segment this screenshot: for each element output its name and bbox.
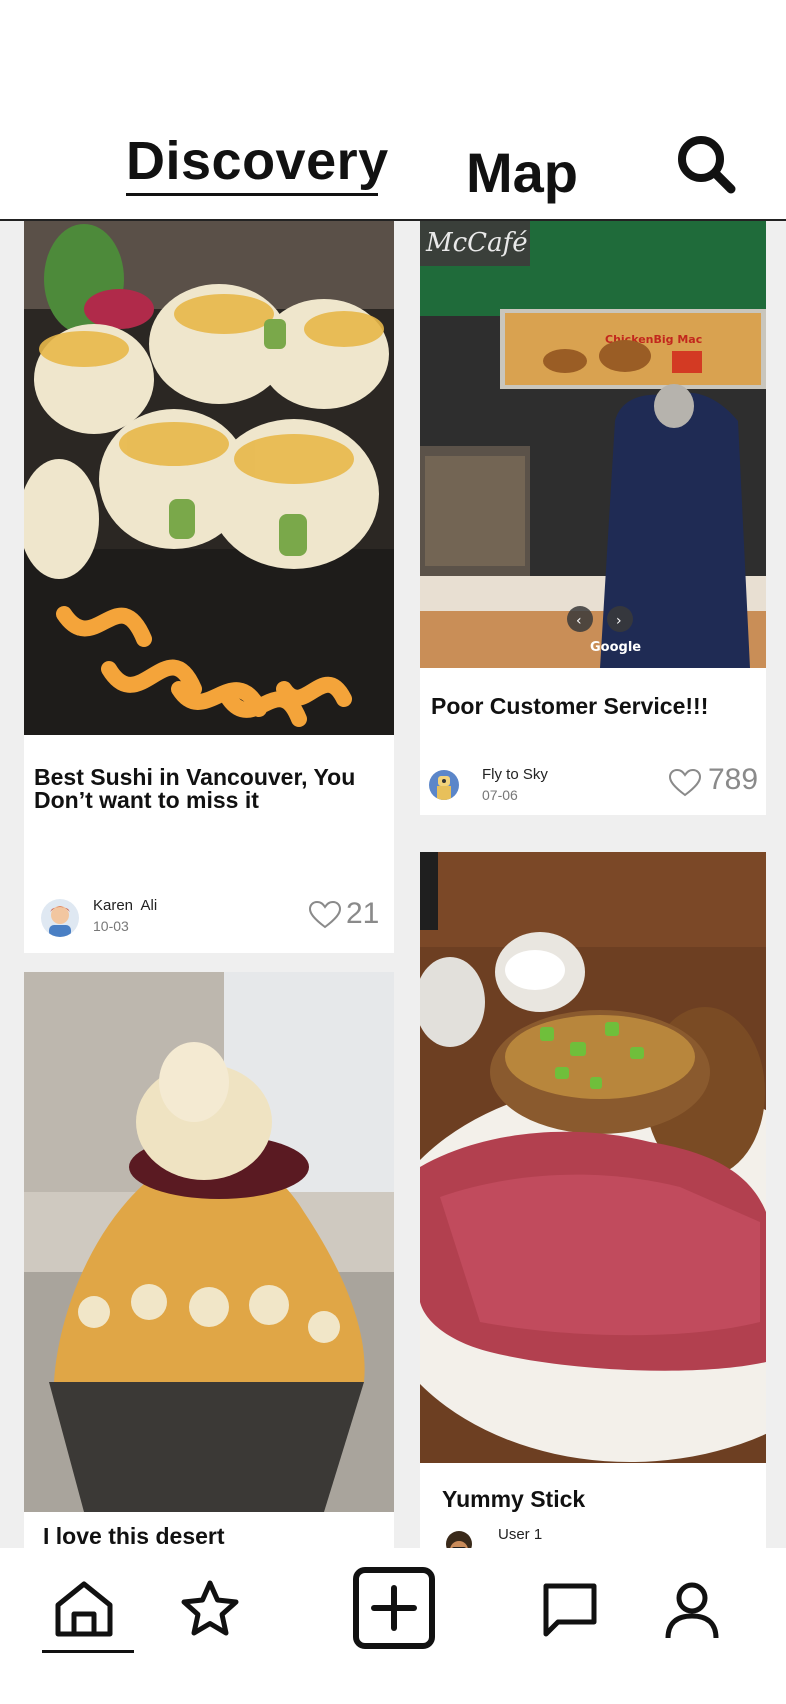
- home-icon[interactable]: [52, 1578, 116, 1642]
- author-name: Karen Ali: [93, 897, 158, 914]
- chat-icon[interactable]: [538, 1578, 602, 1642]
- discovery-feed[interactable]: Best Sushi in Vancouver, You Don’t want …: [0, 221, 786, 1548]
- like-count: 789: [708, 763, 759, 796]
- post-card[interactable]: Best Sushi in Vancouver, You Don’t want …: [24, 221, 394, 953]
- post-title: Poor Customer Service!!!: [431, 693, 709, 719]
- bottom-navigation: [0, 1548, 786, 1704]
- post-photo-steak: [420, 852, 766, 1463]
- post-photo-sushi: [24, 221, 394, 735]
- svg-text:‹: ‹: [576, 613, 582, 629]
- search-button[interactable]: [674, 132, 738, 196]
- tab-map[interactable]: Map: [466, 140, 578, 205]
- post-card[interactable]: Yummy Stick User 1 09-10: [420, 852, 766, 1548]
- mccafe-sign-text: McCafé: [425, 228, 528, 258]
- like-count: 21: [346, 897, 380, 930]
- post-date: 07-06: [482, 787, 518, 803]
- active-tab-indicator: [126, 193, 378, 196]
- post-photo-restaurant-counter: McCafé ChickenBig Mac ‹ › Google: [420, 221, 766, 668]
- author-avatar: [429, 770, 459, 800]
- top-bar: Discovery Map: [0, 0, 786, 220]
- svg-text:›: ›: [616, 613, 622, 629]
- plus-icon[interactable]: [352, 1566, 436, 1650]
- star-icon[interactable]: [178, 1578, 242, 1642]
- tab-discovery[interactable]: Discovery: [126, 130, 389, 192]
- like-heart-icon[interactable]: [669, 769, 701, 797]
- photo-watermark: Google: [590, 640, 641, 655]
- post-card[interactable]: McCafé ChickenBig Mac ‹ › Google Poor Cu…: [420, 221, 766, 815]
- author-avatar: [41, 899, 79, 937]
- active-nav-indicator: [42, 1650, 134, 1653]
- post-date: 10-03: [93, 918, 129, 934]
- search-icon: [678, 136, 736, 194]
- user-icon[interactable]: [660, 1578, 724, 1642]
- post-title: Yummy Stick: [442, 1486, 586, 1512]
- post-card[interactable]: I love this desert: [24, 972, 394, 1548]
- author-name: User 1: [498, 1526, 543, 1543]
- post-title: Best Sushi in Vancouver, You Don’t want …: [34, 764, 356, 813]
- post-title: I love this desert: [43, 1523, 225, 1548]
- author-name: Fly to Sky: [482, 766, 548, 783]
- author-avatar: [435, 1528, 483, 1548]
- post-photo-dessert: [24, 972, 394, 1512]
- like-heart-icon[interactable]: [309, 901, 341, 929]
